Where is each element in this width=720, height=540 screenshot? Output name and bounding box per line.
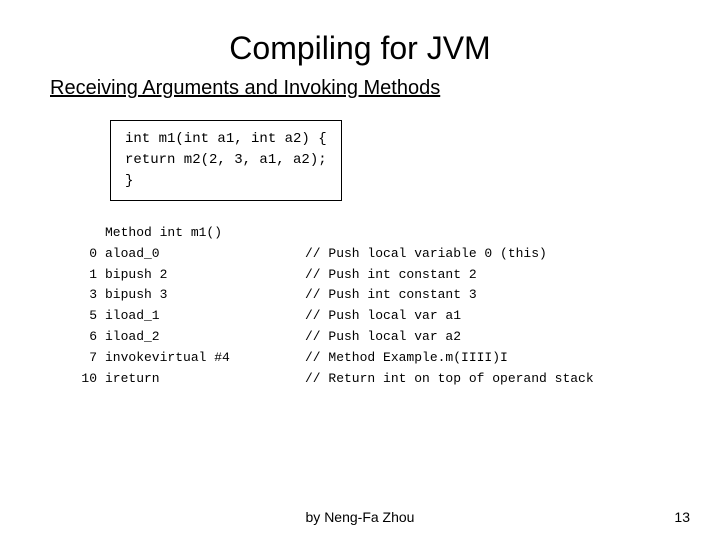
table-row: 10 ireturn // Return int on top of opera… [60,369,670,390]
row-num: 0 [60,244,105,265]
row-comment: // Return int on top of operand stack [305,369,670,390]
row-instr: iload_2 [105,327,305,348]
row-num: 10 [60,369,105,390]
row-comment: // Method Example.m(IIII)I [305,348,670,369]
code-line-2: return m2(2, 3, a1, a2); [125,150,327,171]
table-row: 7 invokevirtual #4 // Method Example.m(I… [60,348,670,369]
row-num: 6 [60,327,105,348]
row-instr: ireturn [105,369,305,390]
row-comment: // Push local variable 0 (this) [305,244,670,265]
page-number: 13 [674,509,690,525]
slide-subtitle: Receiving Arguments and Invoking Methods [50,77,670,100]
row-comment: // Push int constant 2 [305,265,670,286]
row-num: 5 [60,306,105,327]
slide: Compiling for JVM Receiving Arguments an… [0,0,720,540]
code-box: int m1(int a1, int a2) { return m2(2, 3,… [110,120,342,201]
row-num: 1 [60,265,105,286]
footer-text: by Neng-Fa Zhou [306,509,415,525]
bytecode-header-row: Method int m1() [60,223,670,244]
table-row: 5 iload_1 // Push local var a1 [60,306,670,327]
table-row: 6 iload_2 // Push local var a2 [60,327,670,348]
row-instr: invokevirtual #4 [105,348,305,369]
bytecode-section: Method int m1() 0 aload_0 // Push local … [60,223,670,389]
row-comment: // Push int constant 3 [305,285,670,306]
table-row: 0 aload_0 // Push local variable 0 (this… [60,244,670,265]
code-line-3: } [125,171,327,192]
slide-title: Compiling for JVM [50,30,670,67]
row-instr: aload_0 [105,244,305,265]
bytecode-header: Method int m1() [105,223,222,244]
row-num: 7 [60,348,105,369]
row-comment: // Push local var a1 [305,306,670,327]
row-instr: iload_1 [105,306,305,327]
row-num: 3 [60,285,105,306]
code-line-1: int m1(int a1, int a2) { [125,129,327,150]
footer: by Neng-Fa Zhou [0,509,720,525]
row-instr: bipush 2 [105,265,305,286]
row-instr: bipush 3 [105,285,305,306]
row-comment: // Push local var a2 [305,327,670,348]
table-row: 1 bipush 2 // Push int constant 2 [60,265,670,286]
table-row: 3 bipush 3 // Push int constant 3 [60,285,670,306]
